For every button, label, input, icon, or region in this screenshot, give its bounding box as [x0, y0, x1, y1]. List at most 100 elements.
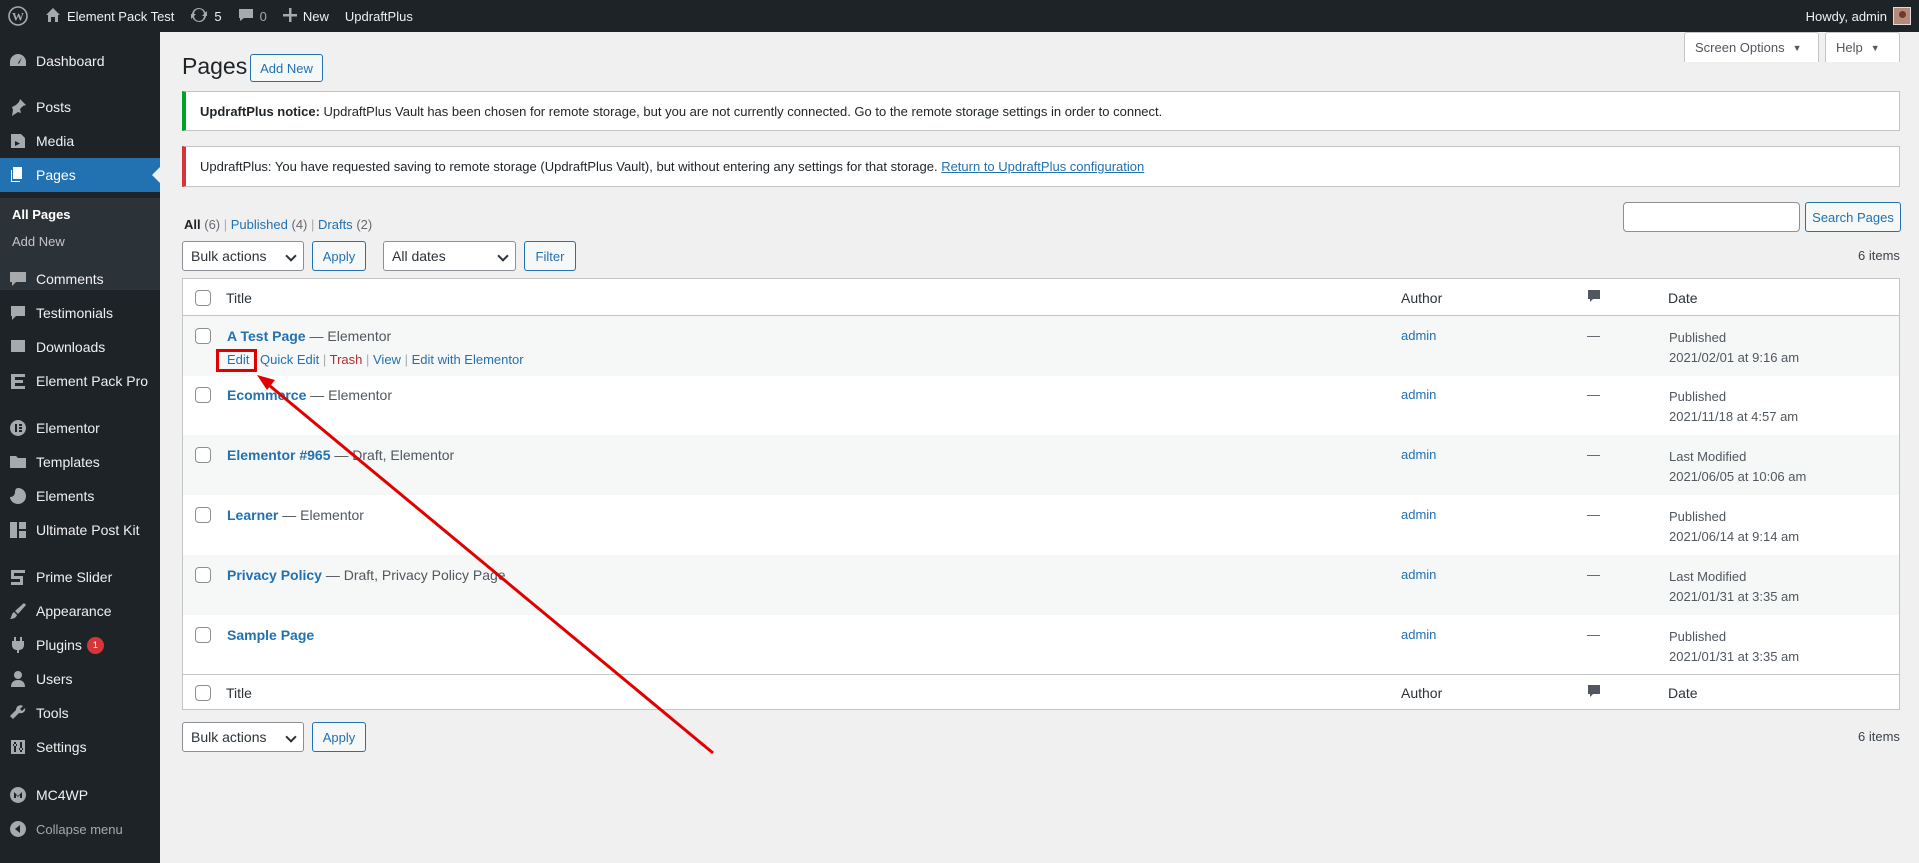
page-title-link[interactable]: Elementor #965	[227, 447, 331, 463]
author-link[interactable]: admin	[1401, 447, 1436, 462]
comments-link[interactable]: 0	[230, 0, 275, 32]
admin-sidebar: All Pages Add New Dashboard Posts Media Pag…	[0, 32, 160, 863]
search-input[interactable]	[1623, 202, 1800, 232]
title-column-footer[interactable]: Title	[226, 685, 252, 701]
sidebar-item-settings[interactable]: Settings	[0, 730, 160, 764]
filter-button[interactable]: Filter	[524, 241, 576, 271]
filter-all[interactable]: All (6)	[184, 217, 220, 232]
screen-options-label: Screen Options	[1695, 40, 1785, 55]
row-checkbox[interactable]	[195, 447, 211, 463]
row-checkbox[interactable]	[195, 627, 211, 643]
sidebar-item-plugins[interactable]: Plugins 1	[0, 628, 160, 662]
select-all-checkbox-footer[interactable]	[195, 685, 211, 701]
edit-highlight-box	[216, 349, 257, 372]
submenu-all-pages[interactable]: All Pages	[12, 207, 71, 222]
sidebar-item-pages[interactable]: Pages	[0, 158, 160, 192]
edit-with-elementor-link[interactable]: Edit with Elementor	[412, 352, 524, 367]
page-title-link[interactable]: Sample Page	[227, 627, 314, 643]
apply-button[interactable]: Apply	[312, 241, 366, 271]
sidebar-item-element-pack-pro[interactable]: Element Pack Pro	[0, 364, 160, 398]
sidebar-item-mc4wp[interactable]: MC4WP	[0, 778, 160, 812]
author-link[interactable]: admin	[1401, 507, 1436, 522]
page-title-link[interactable]: A Test Page	[227, 328, 306, 344]
sidebar-item-label: Users	[36, 671, 73, 687]
sidebar-item-tools[interactable]: Tools	[0, 696, 160, 730]
sidebar-item-label: Ultimate Post Kit	[36, 522, 140, 538]
date-column-header[interactable]: Date	[1668, 290, 1698, 306]
bulk-actions-select-bottom[interactable]: Bulk actions	[182, 722, 304, 752]
author-link[interactable]: admin	[1401, 627, 1436, 642]
page-date: 2021/01/31 at 3:35 am	[1669, 649, 1800, 664]
pin-icon	[9, 98, 27, 116]
add-new-button[interactable]: Add New	[250, 54, 323, 82]
apply-button-bottom[interactable]: Apply	[312, 722, 366, 752]
updraftplus-config-link[interactable]: Return to UpdraftPlus configuration	[941, 159, 1144, 174]
title-column-header[interactable]: Title	[226, 290, 252, 306]
sidebar-item-label: Posts	[36, 99, 72, 115]
page-title-link[interactable]: Learner	[227, 507, 278, 523]
updraftplus-notice: UpdraftPlus notice: UpdraftPlus Vault ha…	[182, 91, 1900, 131]
home-icon	[45, 7, 61, 26]
page-status: Published	[1669, 330, 1727, 345]
row-checkbox[interactable]	[195, 328, 211, 344]
filter-published-label: Published	[230, 217, 288, 232]
sidebar-item-media[interactable]: Media	[0, 124, 160, 158]
row-checkbox[interactable]	[195, 507, 211, 523]
error-notice-text: UpdraftPlus: You have requested saving t…	[200, 159, 942, 174]
row-checkbox[interactable]	[195, 567, 211, 583]
author-link[interactable]: admin	[1401, 328, 1436, 343]
updraftplus-link[interactable]: UpdraftPlus	[337, 0, 421, 32]
bulk-actions-select[interactable]: Bulk actions	[182, 241, 304, 271]
trash-link[interactable]: Trash	[330, 352, 363, 367]
help-button[interactable]: Help ▼	[1825, 32, 1900, 62]
sidebar-item-posts[interactable]: Posts	[0, 90, 160, 124]
quick-edit-link[interactable]: Quick Edit	[260, 352, 319, 367]
view-link[interactable]: View	[373, 352, 401, 367]
sidebar-item-templates[interactable]: Templates	[0, 445, 160, 479]
search-pages-button[interactable]: Search Pages	[1805, 202, 1901, 232]
wordpress-logo-icon[interactable]: W	[0, 0, 37, 32]
select-all-checkbox[interactable]	[195, 290, 211, 306]
author-link[interactable]: admin	[1401, 387, 1436, 402]
sidebar-item-label: Plugins	[36, 637, 82, 653]
filter-drafts-count: (2)	[356, 217, 373, 232]
row-checkbox[interactable]	[195, 387, 211, 403]
sidebar-item-ultimate-post-kit[interactable]: Ultimate Post Kit	[0, 513, 160, 547]
site-name-link[interactable]: Element Pack Test	[37, 0, 182, 32]
page-title-cell: Learner — Elementor	[227, 507, 364, 523]
page-title-link[interactable]: Privacy Policy	[227, 567, 322, 583]
sidebar-item-downloads[interactable]: Downloads	[0, 330, 160, 364]
my-account-link[interactable]: Howdy, admin	[1798, 0, 1919, 32]
plugin-icon	[9, 636, 27, 654]
screen-options-button[interactable]: Screen Options ▼	[1684, 32, 1819, 62]
author-link[interactable]: admin	[1401, 567, 1436, 582]
new-label: New	[302, 8, 329, 24]
sidebar-item-users[interactable]: Users	[0, 662, 160, 696]
sidebar-item-elements[interactable]: Elements	[0, 479, 160, 513]
date-filter-select[interactable]: All dates	[383, 241, 516, 271]
new-content-link[interactable]: New	[275, 0, 337, 32]
sidebar-item-dashboard[interactable]: Dashboard	[0, 44, 160, 78]
page-title-cell: Elementor #965 — Draft, Elementor	[227, 447, 454, 463]
page-title-cell: Privacy Policy — Draft, Privacy Policy P…	[227, 567, 506, 583]
sidebar-item-comments[interactable]: Comments	[0, 262, 160, 296]
table-header: Title Author Date	[183, 279, 1899, 316]
date-column-footer[interactable]: Date	[1668, 685, 1698, 701]
sidebar-item-testimonials[interactable]: Testimonials	[0, 296, 160, 330]
updates-link[interactable]: 5	[182, 0, 229, 32]
bulk-actions-value: Bulk actions	[191, 729, 267, 745]
sidebar-item-appearance[interactable]: Appearance	[0, 594, 160, 628]
submenu-add-new[interactable]: Add New	[12, 234, 65, 249]
date-cell: Published 2021/06/14 at 9:14 am	[1669, 507, 1799, 547]
updates-count: 5	[214, 8, 222, 24]
sidebar-item-collapse-menu[interactable]: Collapse menu	[0, 812, 160, 846]
filter-published[interactable]: Published (4)	[231, 217, 308, 232]
comments-count: —	[1587, 627, 1600, 642]
chevron-down-icon	[285, 250, 297, 262]
comments-count: —	[1587, 507, 1600, 522]
sidebar-item-label: Element Pack Pro	[36, 373, 149, 389]
sidebar-item-elementor[interactable]: Elementor	[0, 411, 160, 445]
page-title-link[interactable]: Ecommerce	[227, 387, 306, 403]
filter-drafts[interactable]: Drafts (2)	[318, 217, 372, 232]
sidebar-item-prime-slider[interactable]: Prime Slider	[0, 560, 160, 594]
